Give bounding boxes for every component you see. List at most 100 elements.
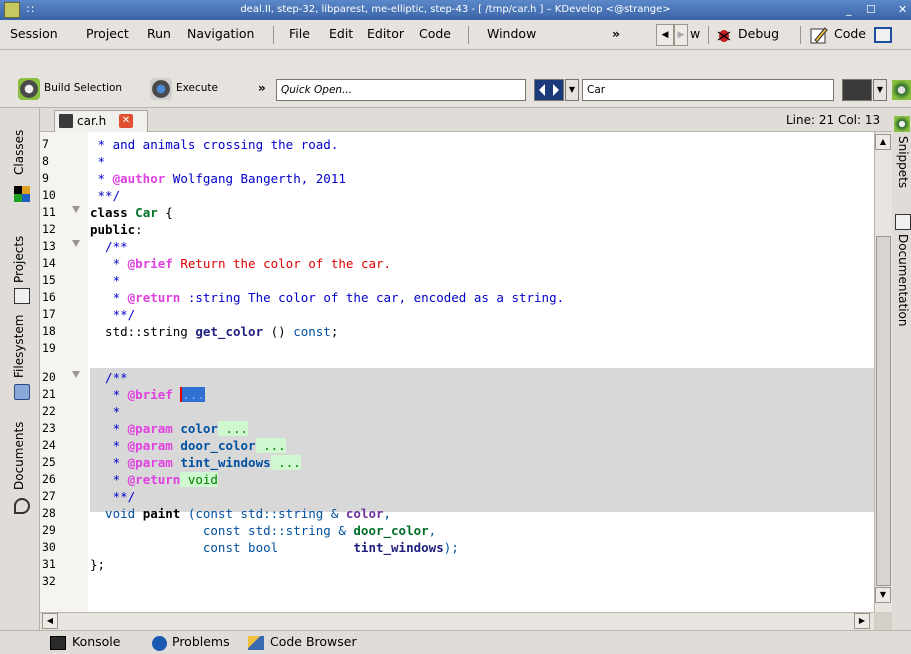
code-area-button[interactable]: Code (834, 20, 866, 50)
function-filter-icon[interactable] (842, 79, 872, 101)
code-text: * (90, 438, 128, 453)
nav-back-icon[interactable]: ◀ (656, 24, 674, 46)
menu-separator (800, 26, 801, 44)
class-quick-open-input[interactable]: Car (582, 79, 834, 101)
code-text: * (90, 290, 128, 305)
execute-button[interactable]: Execute (176, 82, 218, 94)
line-number: 28 (42, 506, 56, 520)
line-number: 22 (42, 404, 56, 418)
line-number: 15 (42, 273, 56, 287)
code-text: * (90, 455, 128, 470)
placeholder[interactable]: void (180, 472, 218, 487)
class-filter-dropdown-icon[interactable]: ▼ (565, 79, 579, 101)
tab-snippets[interactable]: Snippets (896, 136, 910, 188)
code-line: 11 class Car { (40, 204, 874, 221)
code-line: 19 (40, 340, 874, 357)
close-tab-icon[interactable]: ✕ (119, 114, 133, 128)
menu-navigation[interactable]: Navigation (187, 20, 254, 50)
menu-project[interactable]: Project (86, 20, 129, 50)
code-line: 17 **/ (40, 306, 874, 323)
doc-tag: @return (127, 290, 181, 305)
toolbar-overflow-icon[interactable]: » (258, 81, 266, 95)
placeholder[interactable]: ... (270, 455, 301, 470)
class-name: Car (127, 205, 158, 220)
save-disk-icon (59, 114, 73, 128)
execute-gear-icon[interactable] (150, 78, 172, 100)
doc-tag: @param (127, 455, 173, 470)
code-text: /** (90, 370, 128, 385)
tab-konsole[interactable]: Konsole (72, 634, 120, 649)
tab-car-h[interactable]: car.h ✕ (54, 110, 148, 132)
tab-problems[interactable]: Problems (172, 634, 230, 649)
selected-placeholder[interactable]: ... (180, 387, 205, 402)
line-number: 27 (42, 489, 56, 503)
tab-code-browser[interactable]: Code Browser (270, 634, 357, 649)
doc-tag: @brief (127, 387, 173, 402)
build-gear-icon[interactable] (18, 78, 40, 100)
tab-classes[interactable]: Classes (12, 130, 26, 175)
build-selection-button[interactable]: Build Selection (44, 82, 122, 94)
code-text: , (383, 506, 392, 521)
scroll-up-icon[interactable]: ▲ (875, 134, 891, 150)
scroll-right-icon[interactable]: ▶ (854, 613, 870, 629)
fold-marker-icon[interactable] (72, 206, 80, 213)
tab-filesystem[interactable]: Filesystem (12, 315, 26, 378)
code-text: /** (90, 239, 128, 254)
code-editor[interactable]: 7 * and animals crossing the road. 8 * 9… (40, 132, 874, 612)
review-area-icon[interactable] (874, 27, 892, 43)
menu-overflow-icon[interactable]: » (612, 20, 620, 50)
menu-edit[interactable]: Edit (329, 20, 353, 50)
line-number: 32 (42, 574, 56, 588)
scroll-down-icon[interactable]: ▼ (875, 587, 891, 603)
scroll-left-icon[interactable]: ◀ (42, 613, 58, 629)
code-line: 26 * @return void (40, 471, 874, 488)
line-number: 17 (42, 307, 56, 321)
nav-w-label[interactable]: w (690, 20, 700, 50)
line-number: 31 (42, 557, 56, 571)
menu-code[interactable]: Code (419, 20, 451, 50)
placeholder[interactable]: ... (217, 421, 249, 436)
toolbar-extra-icon[interactable] (892, 80, 911, 100)
line-number: 12 (42, 222, 56, 236)
line-number: 30 (42, 540, 56, 554)
function-name: get_color (195, 324, 264, 339)
scrollbar-thumb[interactable] (876, 236, 891, 586)
menu-editor[interactable]: Editor (367, 20, 404, 50)
code-text: **/ (90, 489, 136, 504)
debug-area-button[interactable]: Debug (738, 20, 779, 50)
menu-run[interactable]: Run (147, 20, 171, 50)
tab-documentation[interactable]: Documentation (896, 234, 910, 327)
menu-session[interactable]: Session (10, 20, 58, 50)
fold-marker-icon[interactable] (72, 240, 80, 247)
cursor-position: Line: 21 Col: 13 (786, 113, 881, 127)
doc-tag: @author (112, 171, 166, 186)
minimize-icon[interactable]: _ (846, 3, 852, 16)
close-icon[interactable]: ✕ (898, 3, 907, 16)
line-number: 20 (42, 370, 56, 384)
function-filter-dropdown-icon[interactable]: ▼ (873, 79, 887, 101)
horizontal-scrollbar[interactable]: ◀ ▶ (40, 612, 874, 630)
code-text: }; (90, 557, 106, 572)
vertical-scrollbar[interactable]: ▲ ▼ (874, 132, 892, 612)
code-text: * and animals crossing the road. (90, 137, 339, 152)
keyword: const (293, 324, 331, 339)
code-text: const std::string & (90, 523, 354, 538)
nav-forward-icon[interactable]: ▶ (674, 24, 688, 46)
class-filter-icon[interactable] (534, 79, 564, 101)
code-text: , (428, 523, 437, 538)
code-line: 13 /** (40, 238, 874, 255)
window-title: deal.II, step-32, libparest, me-elliptic… (240, 4, 671, 15)
quick-open-input[interactable]: Quick Open... (276, 79, 526, 101)
placeholder[interactable]: ... (255, 438, 286, 453)
line-number: 10 (42, 188, 56, 202)
maximize-icon[interactable]: ☐ (866, 3, 876, 16)
param-name: color (345, 506, 384, 521)
doc-tag: @brief (127, 256, 173, 271)
code-text: * (90, 472, 128, 487)
tab-documents[interactable]: Documents (12, 422, 26, 490)
filesystem-icon (14, 384, 30, 400)
menu-window[interactable]: Window (487, 20, 536, 50)
fold-marker-icon[interactable] (72, 371, 80, 378)
tab-projects[interactable]: Projects (12, 236, 26, 283)
menu-file[interactable]: File (289, 20, 310, 50)
